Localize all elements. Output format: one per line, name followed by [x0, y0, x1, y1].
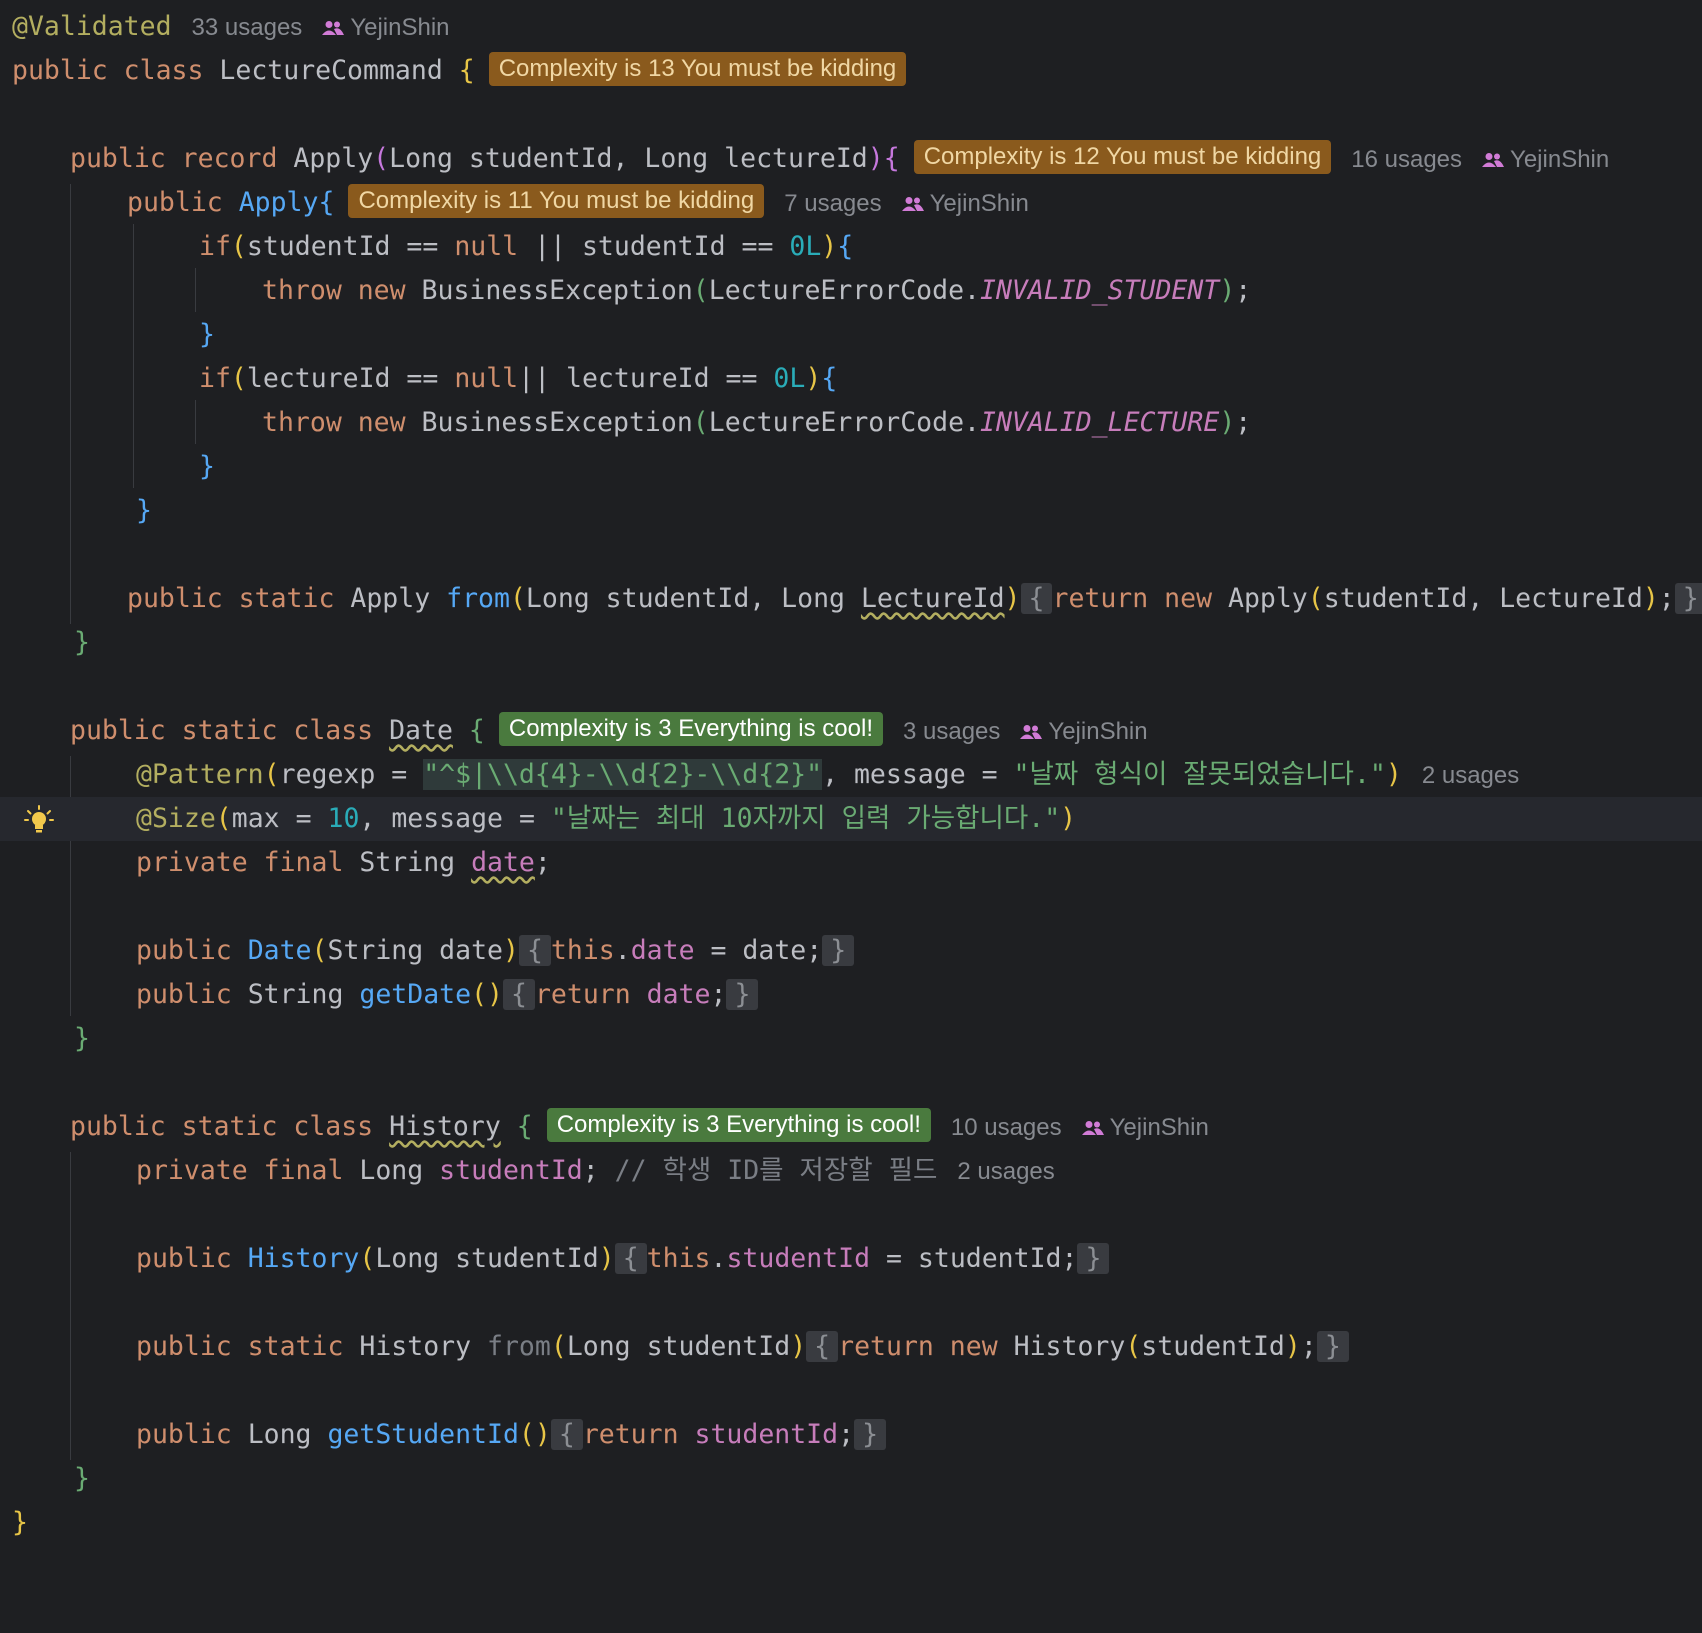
folded-region[interactable]: }	[1077, 1243, 1110, 1274]
complexity-badge[interactable]: Complexity is 11 You must be kidding	[348, 184, 765, 218]
author-name: YejinShin	[1109, 1114, 1209, 1141]
folded-region[interactable]: {	[518, 935, 551, 966]
folded-region[interactable]: {	[502, 979, 535, 1010]
code-line[interactable]: private final String date;	[0, 841, 1702, 885]
complexity-badge[interactable]: Complexity is 3 Everything is cool!	[498, 712, 883, 746]
code-line[interactable]: }	[0, 313, 1702, 357]
code-line[interactable]: if(lectureId == null|| lectureId == 0L){	[0, 357, 1702, 401]
code-line[interactable]: public static class History {Complexity …	[0, 1105, 1702, 1149]
regex-literal: "^$|\\d{4}-\\d{2}-\\d{2}"	[423, 759, 823, 790]
annotation-validated: @Validated	[12, 11, 172, 42]
code-line[interactable]: public Long getStudentId(){return studen…	[0, 1413, 1702, 1457]
code-editor[interactable]: @Validated 33 usages YejinShin public clas…	[0, 0, 1702, 1548]
code-line[interactable]: public History(Long studentId){this.stud…	[0, 1237, 1702, 1281]
folded-region[interactable]: }	[854, 1419, 887, 1450]
usages-hint[interactable]: 3 usages	[903, 718, 1000, 745]
code-line[interactable]: public static History from(Long studentI…	[0, 1325, 1702, 1369]
usages-hint[interactable]: 2 usages	[957, 1158, 1054, 1185]
code-line[interactable]: }	[0, 1457, 1702, 1501]
code-line[interactable]: public Date(String date){this.date = dat…	[0, 929, 1702, 973]
code-line[interactable]: private final Long studentId; // 학생 ID를 …	[0, 1149, 1702, 1193]
code-line[interactable]: }	[0, 445, 1702, 489]
usages-hint[interactable]: 7 usages	[784, 190, 881, 217]
author-hint[interactable]: YejinShin	[1081, 1114, 1209, 1141]
code-line[interactable]: throw new BusinessException(LectureError…	[0, 269, 1702, 313]
folded-region[interactable]: }	[1674, 583, 1702, 614]
code-line[interactable]: }	[0, 489, 1702, 533]
usages-hint[interactable]: 2 usages	[1422, 762, 1519, 789]
author-hint[interactable]: YejinShin	[1020, 718, 1148, 745]
folded-region[interactable]: {	[1020, 583, 1053, 614]
code-line[interactable]: public Apply{Complexity is 11 You must b…	[0, 181, 1702, 225]
folded-region[interactable]: }	[822, 935, 855, 966]
author-hint[interactable]: YejinShin	[322, 14, 450, 41]
folded-region[interactable]: {	[550, 1419, 583, 1450]
code-line-current[interactable]: @Size(max = 10, message = "날짜는 최대 10자까지 …	[0, 797, 1702, 841]
complexity-badge[interactable]: Complexity is 12 You must be kidding	[913, 140, 1332, 174]
author-hint[interactable]: YejinShin	[1482, 146, 1609, 173]
code-line[interactable]: public static class Date {Complexity is …	[0, 709, 1702, 753]
author-name: YejinShin	[929, 190, 1029, 217]
usages-hint[interactable]: 33 usages	[192, 14, 303, 41]
folded-region[interactable]: {	[806, 1331, 839, 1362]
user-group-icon	[1081, 1121, 1104, 1135]
code-line[interactable]: }	[0, 1501, 1702, 1545]
user-group-icon	[1020, 725, 1043, 739]
code-line[interactable]: }	[0, 621, 1702, 665]
complexity-badge[interactable]: Complexity is 13 You must be kidding	[488, 52, 907, 86]
lightbulb-icon[interactable]	[24, 805, 54, 835]
user-group-icon	[1482, 153, 1505, 167]
string-literal: "날짜 형식이 잘못되었습니다."	[1013, 759, 1386, 790]
author-name: YejinShin	[1510, 146, 1610, 173]
usages-hint[interactable]: 10 usages	[951, 1114, 1062, 1141]
code-line[interactable]: }	[0, 1017, 1702, 1061]
folded-region[interactable]: }	[726, 979, 759, 1010]
usages-hint[interactable]: 16 usages	[1351, 146, 1462, 173]
complexity-badge[interactable]: Complexity is 3 Everything is cool!	[546, 1108, 931, 1142]
code-line[interactable]: public record Apply(Long studentId, Long…	[0, 137, 1702, 181]
folded-region[interactable]: }	[1316, 1331, 1349, 1362]
author-name: YejinShin	[1048, 718, 1148, 745]
author-hint[interactable]: YejinShin	[901, 190, 1029, 217]
code-line[interactable]: @Pattern(regexp = "^$|\\d{4}-\\d{2}-\\d{…	[0, 753, 1702, 797]
code-line[interactable]: public class LectureCommand {Complexity …	[0, 49, 1702, 93]
code-line[interactable]: throw new BusinessException(LectureError…	[0, 401, 1702, 445]
user-group-icon	[322, 21, 345, 35]
code-line[interactable]: if(studentId == null || studentId == 0L)…	[0, 225, 1702, 269]
string-literal: "날짜는 최대 10자까지 입력 가능합니다."	[550, 803, 1061, 834]
code-line[interactable]: public static Apply from(Long studentId,…	[0, 577, 1702, 621]
code-line[interactable]: @Validated 33 usages YejinShin	[0, 5, 1702, 49]
code-comment: // 학생 ID를 저장할 필드	[614, 1155, 938, 1186]
folded-region[interactable]: {	[614, 1243, 647, 1274]
code-line[interactable]: public String getDate(){return date;}	[0, 973, 1702, 1017]
user-group-icon	[901, 197, 924, 211]
author-name: YejinShin	[350, 14, 450, 41]
